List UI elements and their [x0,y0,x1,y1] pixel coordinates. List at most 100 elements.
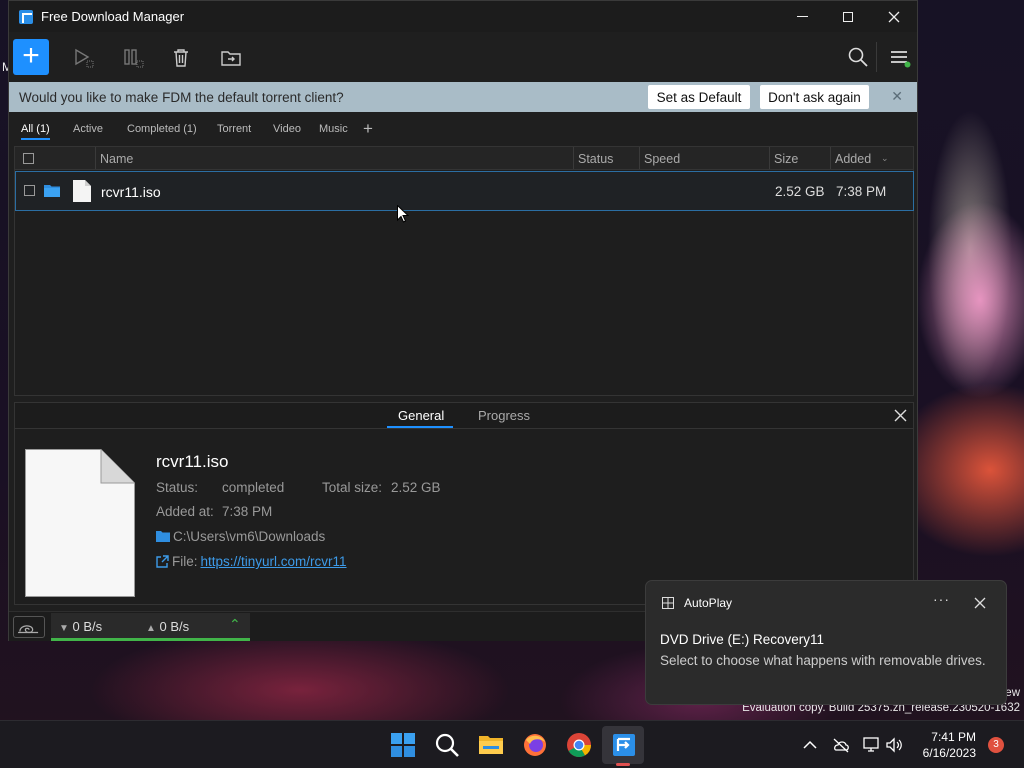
taskbar-search-icon[interactable] [434,732,460,758]
column-size[interactable]: Size [774,152,798,166]
file-explorer-icon[interactable] [478,732,504,758]
added-at-label: Added at: [156,504,214,519]
minimize-icon [796,16,808,17]
column-divider [95,147,96,169]
tab-general[interactable]: General [398,408,444,423]
clock-time: 7:41 PM [931,730,976,744]
close-window-button[interactable] [871,1,917,32]
list-header: Name Status Speed Size Added ⌄ [15,147,913,170]
add-filter-button[interactable]: + [363,119,373,139]
toast-title: DVD Drive (E:) Recovery11 [660,632,825,647]
close-toast-icon[interactable] [974,597,986,609]
column-name[interactable]: Name [100,152,133,166]
fdm-taskbar-icon[interactable] [611,732,637,758]
folder-icon [156,531,170,542]
total-size-label: Total size: [322,480,383,495]
filter-music[interactable]: Music [319,123,348,135]
open-folder-icon[interactable] [44,184,60,197]
download-speed: ▼ 0 B/s [59,619,103,634]
pause-icon[interactable] [122,47,144,69]
search-icon[interactable] [847,46,869,68]
clock-date: 6/16/2023 [922,746,976,760]
firefox-icon[interactable] [522,732,548,758]
toast-body: Select to choose what happens with remov… [660,653,986,668]
column-divider [573,147,574,169]
row-size: 2.52 GB [775,184,825,199]
filter-all[interactable]: All (1) [21,123,50,140]
move-folder-icon[interactable] [220,47,242,69]
notification-badge[interactable]: 3 [988,737,1004,753]
tab-progress[interactable]: Progress [478,408,530,423]
snail-mode-icon[interactable] [13,616,45,638]
download-arrow-icon: ▼ [59,623,69,634]
status-label: Status: [156,480,199,495]
title-bar[interactable]: Free Download Manager [9,1,917,32]
file-source: File: https://tinyurl.com/rcvr11 [156,554,347,569]
default-torrent-prompt: Would you like to make FDM the default t… [9,82,917,112]
column-divider [769,147,770,169]
network-icon[interactable] [863,737,881,753]
autoplay-icon [662,597,674,609]
downloads-list: Name Status Speed Size Added ⌄ rcvr11.is… [14,146,914,396]
maximize-button[interactable] [825,1,871,32]
total-size-value: 2.52 GB [391,480,441,495]
add-download-button[interactable]: + [13,39,49,75]
detail-file-name: rcvr11.iso [156,452,229,471]
minimize-button[interactable] [779,1,825,32]
system-clock[interactable]: 7:41 PM 6/16/2023 [914,729,976,761]
file-icon [73,180,91,202]
toast-app-name: AutoPlay [684,596,733,610]
prompt-message: Would you like to make FDM the default t… [19,89,344,105]
taskbar: 7:41 PM 6/16/2023 3 [0,720,1024,768]
active-app-indicator [616,763,630,766]
file-label: File: [172,554,198,569]
close-icon [888,11,900,22]
download-row[interactable]: rcvr11.iso 2.52 GB 7:38 PM [15,171,914,211]
row-checkbox[interactable] [24,185,35,196]
autoplay-notification[interactable]: AutoPlay ··· DVD Drive (E:) Recovery11 S… [645,580,1007,705]
speed-indicator[interactable]: ▼ 0 B/s ▲ 0 B/s ⌃ [51,613,250,641]
save-path[interactable]: C:\Users\vm6\Downloads [156,529,325,544]
filter-torrent[interactable]: Torrent [217,123,251,135]
cloud-offline-icon[interactable] [832,737,850,753]
external-link-icon [156,555,169,568]
row-added: 7:38 PM [836,184,887,199]
set-as-default-button[interactable]: Set as Default [648,85,750,109]
maximize-icon [843,11,853,22]
filter-video[interactable]: Video [273,123,301,135]
details-tabs: General Progress [15,403,913,429]
chevron-up-icon[interactable]: ⌃ [229,616,241,633]
details-panel: General Progress rcvr11.iso Status: comp… [14,402,914,605]
prompt-close-icon[interactable]: ✕ [891,88,903,105]
window-title: Free Download Manager [41,9,185,24]
upload-speed: ▲ 0 B/s [146,619,190,634]
filter-completed[interactable]: Completed (1) [127,123,197,135]
close-details-icon[interactable] [894,409,907,422]
status-value: completed [222,480,285,495]
fdm-logo-icon [19,9,33,24]
file-source-link[interactable]: https://tinyurl.com/rcvr11 [201,554,347,569]
edition-fragment: ew [1005,687,1020,699]
toolbar-separator [876,42,877,72]
column-divider [830,147,831,169]
sort-desc-icon: ⌄ [881,153,889,163]
toolbar: + [9,32,917,82]
mouse-cursor-icon [397,205,409,223]
more-options-icon[interactable]: ··· [933,591,950,607]
fdm-window: Free Download Manager + Would you like t… [8,0,918,641]
volume-icon[interactable] [886,737,904,753]
delete-icon[interactable] [170,47,192,69]
column-status[interactable]: Status [578,152,613,166]
dont-ask-again-button[interactable]: Don't ask again [760,85,869,109]
show-hidden-icons-icon[interactable] [801,737,819,753]
column-added[interactable]: Added [835,152,871,166]
large-file-icon [25,449,135,597]
column-speed[interactable]: Speed [644,152,680,166]
main-menu-icon[interactable] [889,47,911,69]
start-menu-icon[interactable] [390,732,416,758]
chrome-icon[interactable] [566,732,592,758]
filter-active[interactable]: Active [73,123,103,135]
select-all-checkbox[interactable] [23,153,34,164]
resume-icon[interactable] [72,47,94,69]
row-file-name: rcvr11.iso [101,184,161,200]
